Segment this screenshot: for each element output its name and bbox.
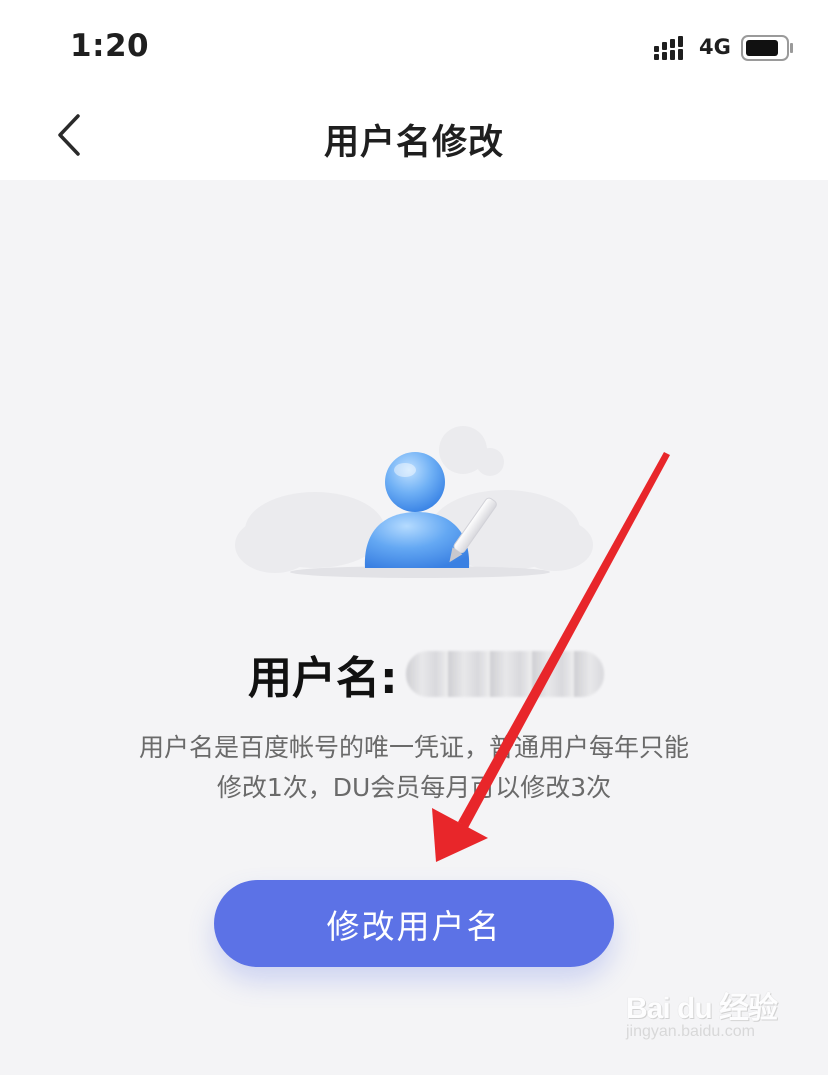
username-label: 用户名: (248, 653, 398, 704)
network-type: 4G (699, 35, 731, 59)
status-time: 1:20 (70, 28, 150, 64)
user-avatar-illustration (235, 426, 593, 578)
change-username-button[interactable]: 修改用户名 (214, 880, 614, 967)
watermark-url: jingyan.baidu.com (626, 1023, 755, 1040)
main-content: 用户名: 用户名是百度帐号的唯一凭证，普通用户每年只能 修改1次，DU会员每月可… (0, 180, 828, 1075)
battery-icon (741, 35, 793, 61)
username-description: 用户名是百度帐号的唯一凭证，普通用户每年只能 修改1次，DU会员每月可以修改3次 (86, 728, 742, 808)
watermark-logo: Bai du 经验 (626, 992, 778, 1025)
baidu-jingyan-watermark: Bai du 经验 jingyan.baidu.com (626, 983, 786, 1053)
status-bar: 1:20 4G (0, 0, 828, 90)
signal-strength-icon (654, 36, 683, 60)
description-line-1: 用户名是百度帐号的唯一凭证，普通用户每年只能 (138, 733, 689, 762)
username-row: 用户名: (248, 642, 604, 704)
navigation-bar: 用户名修改 (0, 90, 828, 180)
page-title: 用户名修改 (323, 123, 504, 163)
description-line-2: 修改1次，DU会员每月可以修改3次 (216, 773, 612, 802)
username-value-blurred (405, 651, 604, 697)
